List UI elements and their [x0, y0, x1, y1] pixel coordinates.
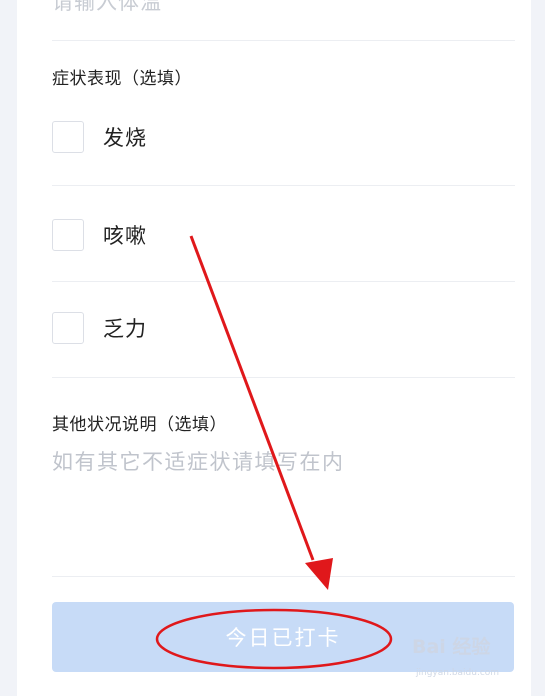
other-conditions-textarea[interactable]: 如有其它不适症状请填写在内	[52, 446, 515, 556]
fatigue-checkbox[interactable]	[52, 312, 84, 344]
cough-label[interactable]: 咳嗽	[103, 220, 147, 250]
checkin-submit-label: 今日已打卡	[225, 626, 341, 650]
symptom-option-fever[interactable]: 发烧	[52, 107, 515, 167]
red-arrow-head	[305, 558, 333, 590]
symptoms-section-label: 症状表现（选填）	[52, 69, 192, 89]
other-conditions-label: 其他状况说明（选填）	[52, 415, 227, 435]
fever-checkbox[interactable]	[52, 121, 84, 153]
symptom-option-fatigue[interactable]: 乏力	[52, 298, 515, 358]
temperature-input-placeholder[interactable]: 请输入体温	[52, 0, 162, 16]
page-side-margin-left	[0, 0, 17, 696]
divider	[52, 576, 515, 577]
cough-checkbox[interactable]	[52, 219, 84, 251]
page-side-margin-right	[531, 0, 545, 696]
divider	[52, 377, 515, 378]
symptom-option-cough[interactable]: 咳嗽	[52, 205, 515, 265]
divider	[52, 40, 515, 41]
divider	[52, 281, 515, 282]
fatigue-label[interactable]: 乏力	[103, 313, 147, 343]
checkin-submit-button[interactable]: 今日已打卡	[52, 602, 514, 672]
fever-label[interactable]: 发烧	[103, 122, 147, 152]
divider	[52, 185, 515, 186]
